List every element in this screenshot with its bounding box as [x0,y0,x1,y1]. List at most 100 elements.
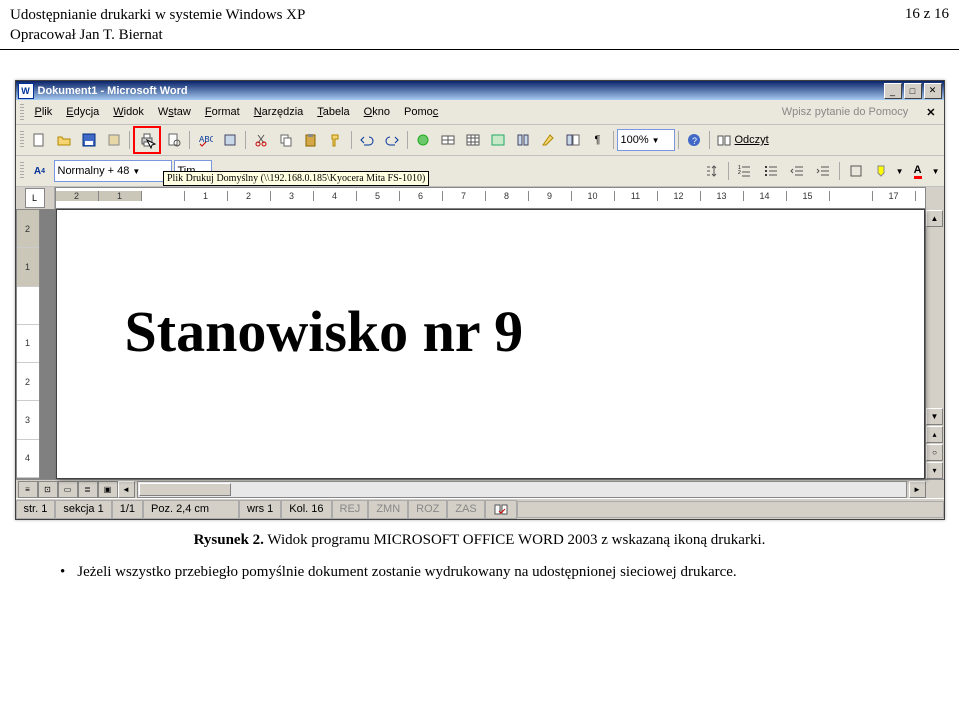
insert-excel-icon[interactable] [486,128,510,152]
print-icon[interactable] [133,126,161,154]
print-tooltip: Plik Drukuj Domyślny (\\192.168.0.185\Ky… [163,171,429,186]
scroll-up-button[interactable]: ▲ [926,210,943,227]
columns-icon[interactable] [511,128,535,152]
menu-narzedzia[interactable]: Narzędzia [247,104,311,120]
zoom-dropdown[interactable]: 100%▼ [617,129,675,151]
scroll-right-button[interactable]: ► [909,481,926,498]
ruler-tick: 9 [529,191,572,201]
hscroll-track[interactable] [137,481,907,498]
hscroll-thumb[interactable] [139,483,231,496]
status-ext[interactable]: ROZ [408,500,447,519]
borders-icon[interactable] [844,159,868,183]
tables-borders-icon[interactable] [436,128,460,152]
status-column: Kol. 16 [281,500,331,519]
show-marks-icon[interactable]: ¶ [586,128,610,152]
toolbar-grip[interactable] [20,131,24,149]
status-position: Poz. 2,4 cm [143,500,239,519]
header-title-2: Opracował Jan T. Biernat [10,26,305,46]
redo-icon[interactable] [380,128,404,152]
open-icon[interactable] [52,128,76,152]
copy-icon[interactable] [274,128,298,152]
help-hint[interactable]: Wpisz pytanie do Pomocy [782,106,923,118]
horizontal-scroll-area: ≡ ⊡ ▭ ≣ ▣ ◄ ► [16,479,944,498]
browse-object-button[interactable]: ○ [926,444,943,461]
status-trk[interactable]: ZMN [368,500,408,519]
close-button[interactable]: ✕ [924,83,942,99]
normal-view-button[interactable]: ≡ [18,481,38,498]
paste-icon[interactable] [299,128,323,152]
vertical-ruler[interactable]: 2 1 1 2 3 4 [16,209,40,479]
document-content-text[interactable]: Stanowisko nr 9 [125,298,524,365]
font-color-icon[interactable]: A [906,159,930,183]
outline-view-button[interactable]: ≣ [78,481,98,498]
status-spellcheck-icon[interactable] [485,500,517,519]
status-rec[interactable]: REJ [332,500,369,519]
menu-wstaw[interactable]: Wstaw [151,104,198,120]
status-filler [517,501,944,518]
cut-icon[interactable] [249,128,273,152]
increase-indent-icon[interactable] [811,159,835,183]
ruler-tick: 15 [787,191,830,201]
separator [189,131,190,149]
ruler-tick: 17 [873,191,916,201]
vruler-tick [17,287,39,325]
restore-button[interactable]: □ [904,83,922,99]
status-ovr[interactable]: ZAS [447,500,484,519]
menu-edycja[interactable]: Edycja [59,104,106,120]
tab-selector[interactable]: L [25,188,45,208]
document-page[interactable]: Stanowisko nr 9 [56,209,925,479]
style-dropdown[interactable]: Normalny + 48▼ [54,160,172,182]
numbering-icon[interactable]: 12 [733,159,757,183]
doc-map-icon[interactable] [561,128,585,152]
menu-widok[interactable]: Widok [106,104,151,120]
new-doc-icon[interactable] [27,128,51,152]
ruler-tick: 8 [486,191,529,201]
figure-container: W Dokument1 - Microsoft Word _ □ ✕ Plik … [0,50,959,520]
decrease-indent-icon[interactable] [785,159,809,183]
help-icon[interactable]: ? [682,128,706,152]
minimize-button[interactable]: _ [884,83,902,99]
web-view-button[interactable]: ⊡ [38,481,58,498]
word-window: W Dokument1 - Microsoft Word _ □ ✕ Plik … [15,80,945,520]
status-page: str. 1 [16,500,56,519]
print-view-button[interactable]: ▭ [58,481,78,498]
menu-okno[interactable]: Okno [357,104,397,120]
scroll-down-button[interactable]: ▼ [926,408,943,425]
doc-close-button[interactable]: ✕ [922,106,939,119]
drawing-icon[interactable] [536,128,560,152]
undo-icon[interactable] [355,128,379,152]
next-page-button[interactable]: ▾ [926,462,943,479]
vruler-tick: 2 [17,210,39,248]
ruler-tick: 13 [701,191,744,201]
hyperlink-icon[interactable] [411,128,435,152]
highlight-icon[interactable] [870,159,894,183]
menu-plik[interactable]: Plik [28,104,60,120]
horizontal-ruler[interactable]: 2 1 1 2 3 4 5 6 7 8 9 10 11 12 13 14 [55,187,926,209]
separator [678,131,679,149]
menu-pomoc[interactable]: Pomoc [397,104,445,120]
scroll-left-button[interactable]: ◄ [118,481,135,498]
document-area: 2 1 1 2 3 4 Stanowisko nr 9 ▲ ▼ ▴ ○ ▾ [16,209,944,479]
bullets-icon[interactable] [759,159,783,183]
format-painter-icon[interactable] [324,128,348,152]
insert-table-icon[interactable] [461,128,485,152]
svg-text:?: ? [692,136,697,146]
ruler-area: L 2 1 1 2 3 4 5 6 7 8 9 10 11 [16,187,944,209]
document-header: Udostępnianie drukarki w systemie Window… [0,0,959,50]
prev-page-button[interactable]: ▴ [926,426,943,443]
line-spacing-icon[interactable] [700,159,724,183]
spellcheck-icon[interactable]: ABC [193,128,217,152]
print-preview-icon[interactable] [162,128,186,152]
research-icon[interactable] [218,128,242,152]
menu-tabela[interactable]: Tabela [310,104,356,120]
menubar-grip[interactable] [20,104,24,120]
reading-view-button[interactable]: ▣ [98,481,118,498]
styles-icon[interactable]: A4 [28,159,52,183]
permissions-icon[interactable] [102,128,126,152]
vertical-scrollbar[interactable]: ▲ ▼ ▴ ○ ▾ [925,209,944,479]
toolbar-grip[interactable] [20,162,24,180]
read-mode-button[interactable]: Odczyt [713,132,772,148]
menu-format[interactable]: Format [198,104,247,120]
ruler-tick: 11 [615,191,658,201]
save-icon[interactable] [77,128,101,152]
